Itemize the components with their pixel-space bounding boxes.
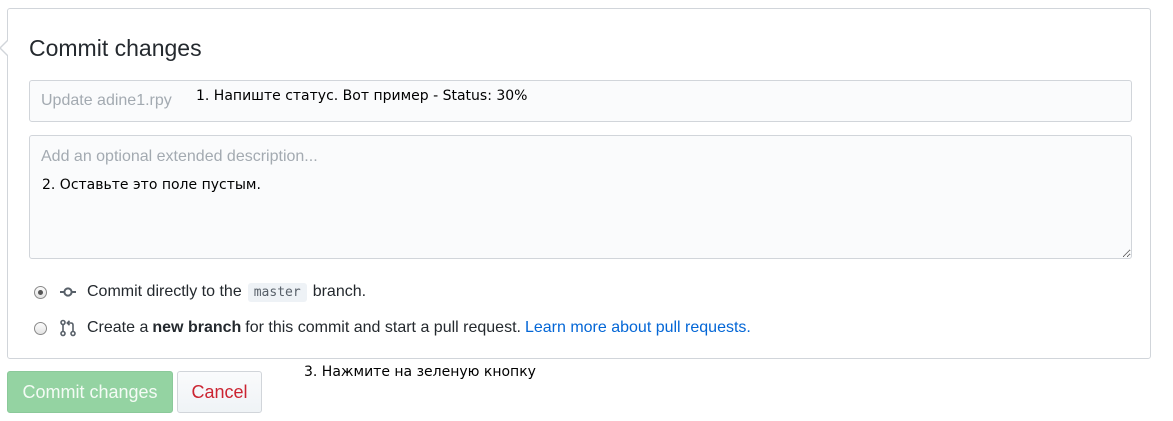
annotation-step-3: 3. Нажмите на зеленую кнопку bbox=[304, 364, 536, 380]
commit-directly-text-end: branch. bbox=[312, 283, 367, 300]
form-title: Commit changes bbox=[29, 35, 202, 61]
cancel-button[interactable]: Cancel bbox=[177, 371, 262, 413]
annotation-step-2: 2. Оставьте это поле пустым. bbox=[42, 177, 261, 193]
commit-changes-button[interactable]: Commit changes bbox=[7, 371, 173, 413]
new-branch-bold: new branch bbox=[152, 319, 242, 336]
pull-requests-help-link[interactable]: Learn more about pull requests. bbox=[525, 319, 751, 337]
new-branch-text: Create a bbox=[87, 319, 149, 336]
commit-description-textarea[interactable] bbox=[29, 135, 1132, 259]
git-pull-request-icon bbox=[59, 319, 77, 337]
branch-name-badge: master bbox=[247, 282, 307, 302]
commit-directly-radio[interactable] bbox=[34, 285, 47, 299]
new-branch-radio[interactable] bbox=[34, 321, 47, 335]
git-commit-icon bbox=[59, 283, 77, 301]
commit-summary-input[interactable] bbox=[29, 80, 1132, 122]
new-branch-option[interactable]: Create a new branch for this commit and … bbox=[34, 316, 751, 340]
new-branch-text-end: for this commit and start a pull request… bbox=[245, 319, 521, 336]
box-pointer bbox=[1, 40, 9, 56]
commit-directly-option[interactable]: Commit directly to the master branch. bbox=[34, 280, 366, 304]
commit-directly-text: Commit directly to the bbox=[87, 283, 242, 300]
annotation-step-1: 1. Напиште статус. Вот пример - Status: … bbox=[196, 88, 528, 104]
